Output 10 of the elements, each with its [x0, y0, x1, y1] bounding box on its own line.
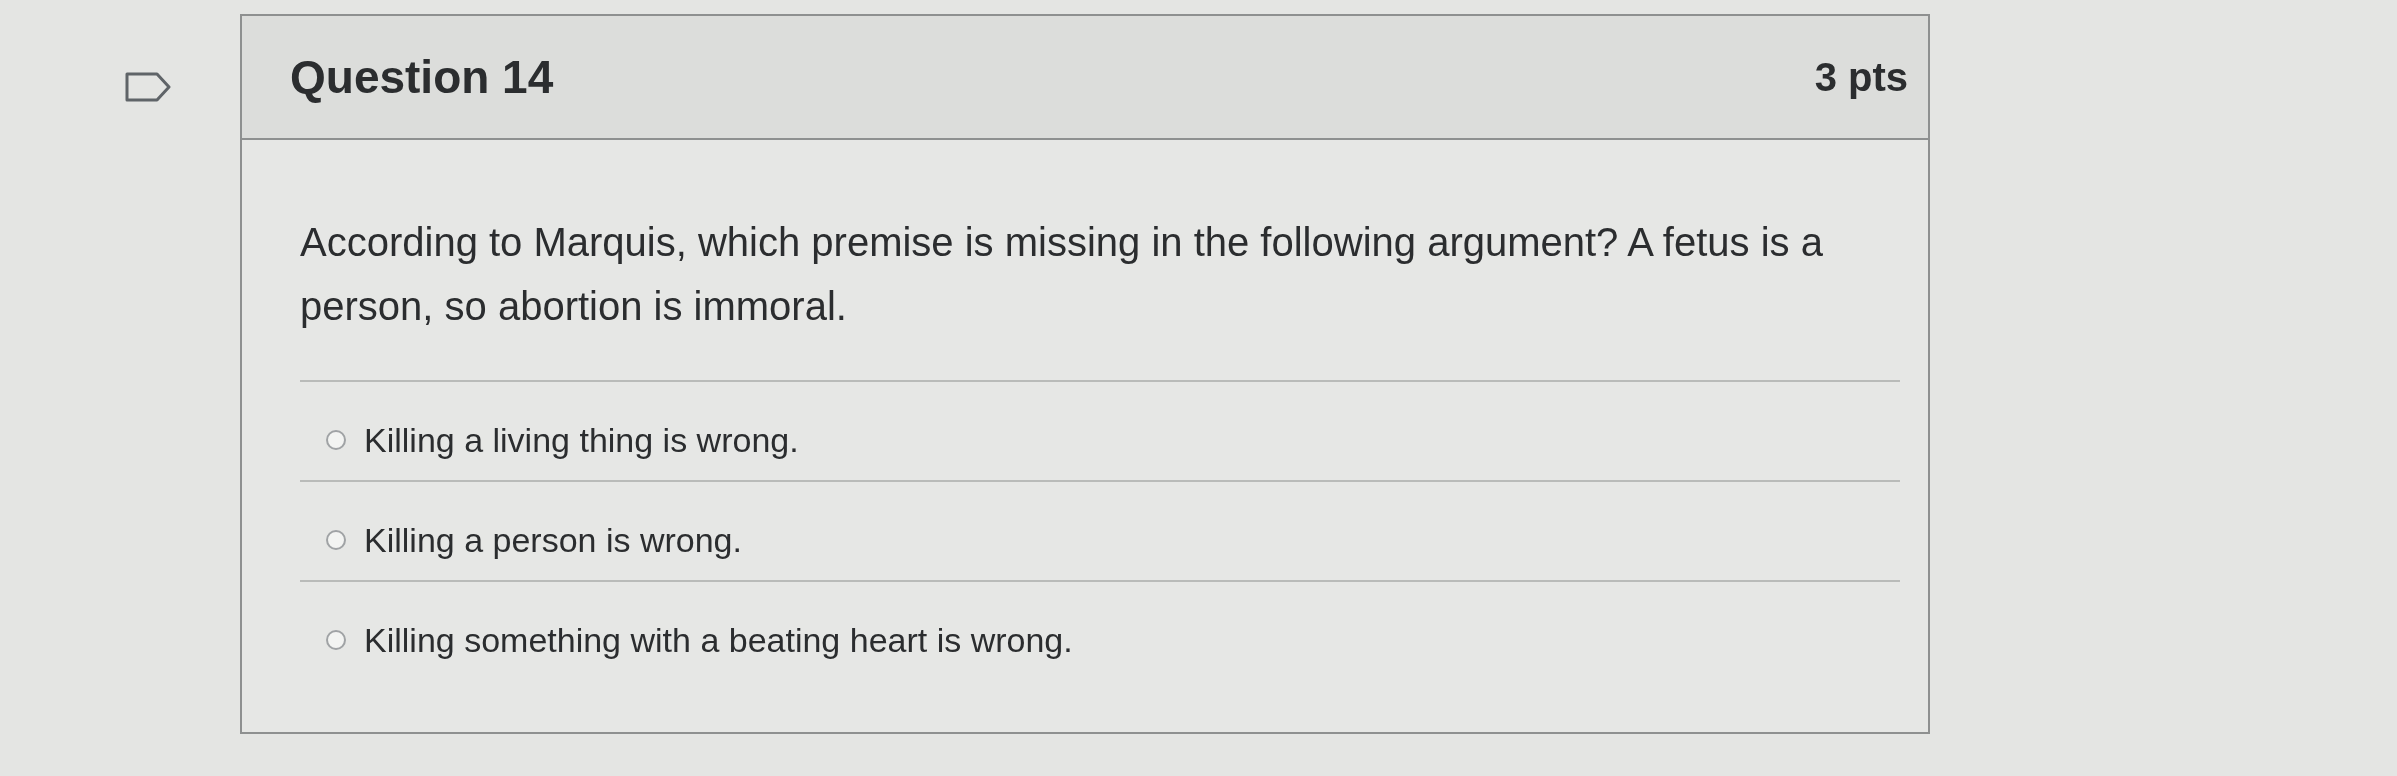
- answer-label[interactable]: Killing a living thing is wrong.: [364, 420, 799, 460]
- points-label: 3 pts: [1814, 54, 1908, 101]
- answer-label[interactable]: Killing something with a beating heart is wrong.: [364, 620, 1073, 660]
- radio-button[interactable]: [326, 530, 346, 550]
- flag-icon[interactable]: [125, 72, 171, 102]
- radio-button[interactable]: [326, 630, 346, 650]
- answer-label[interactable]: Killing a person is wrong.: [364, 520, 742, 560]
- radio-button[interactable]: [326, 430, 346, 450]
- question-text: According to Marquis, which premise is missing in the following argument? A fetus is a person, so abortion is immoral.: [300, 219, 1824, 330]
- question-title: Question 14: [290, 51, 554, 103]
